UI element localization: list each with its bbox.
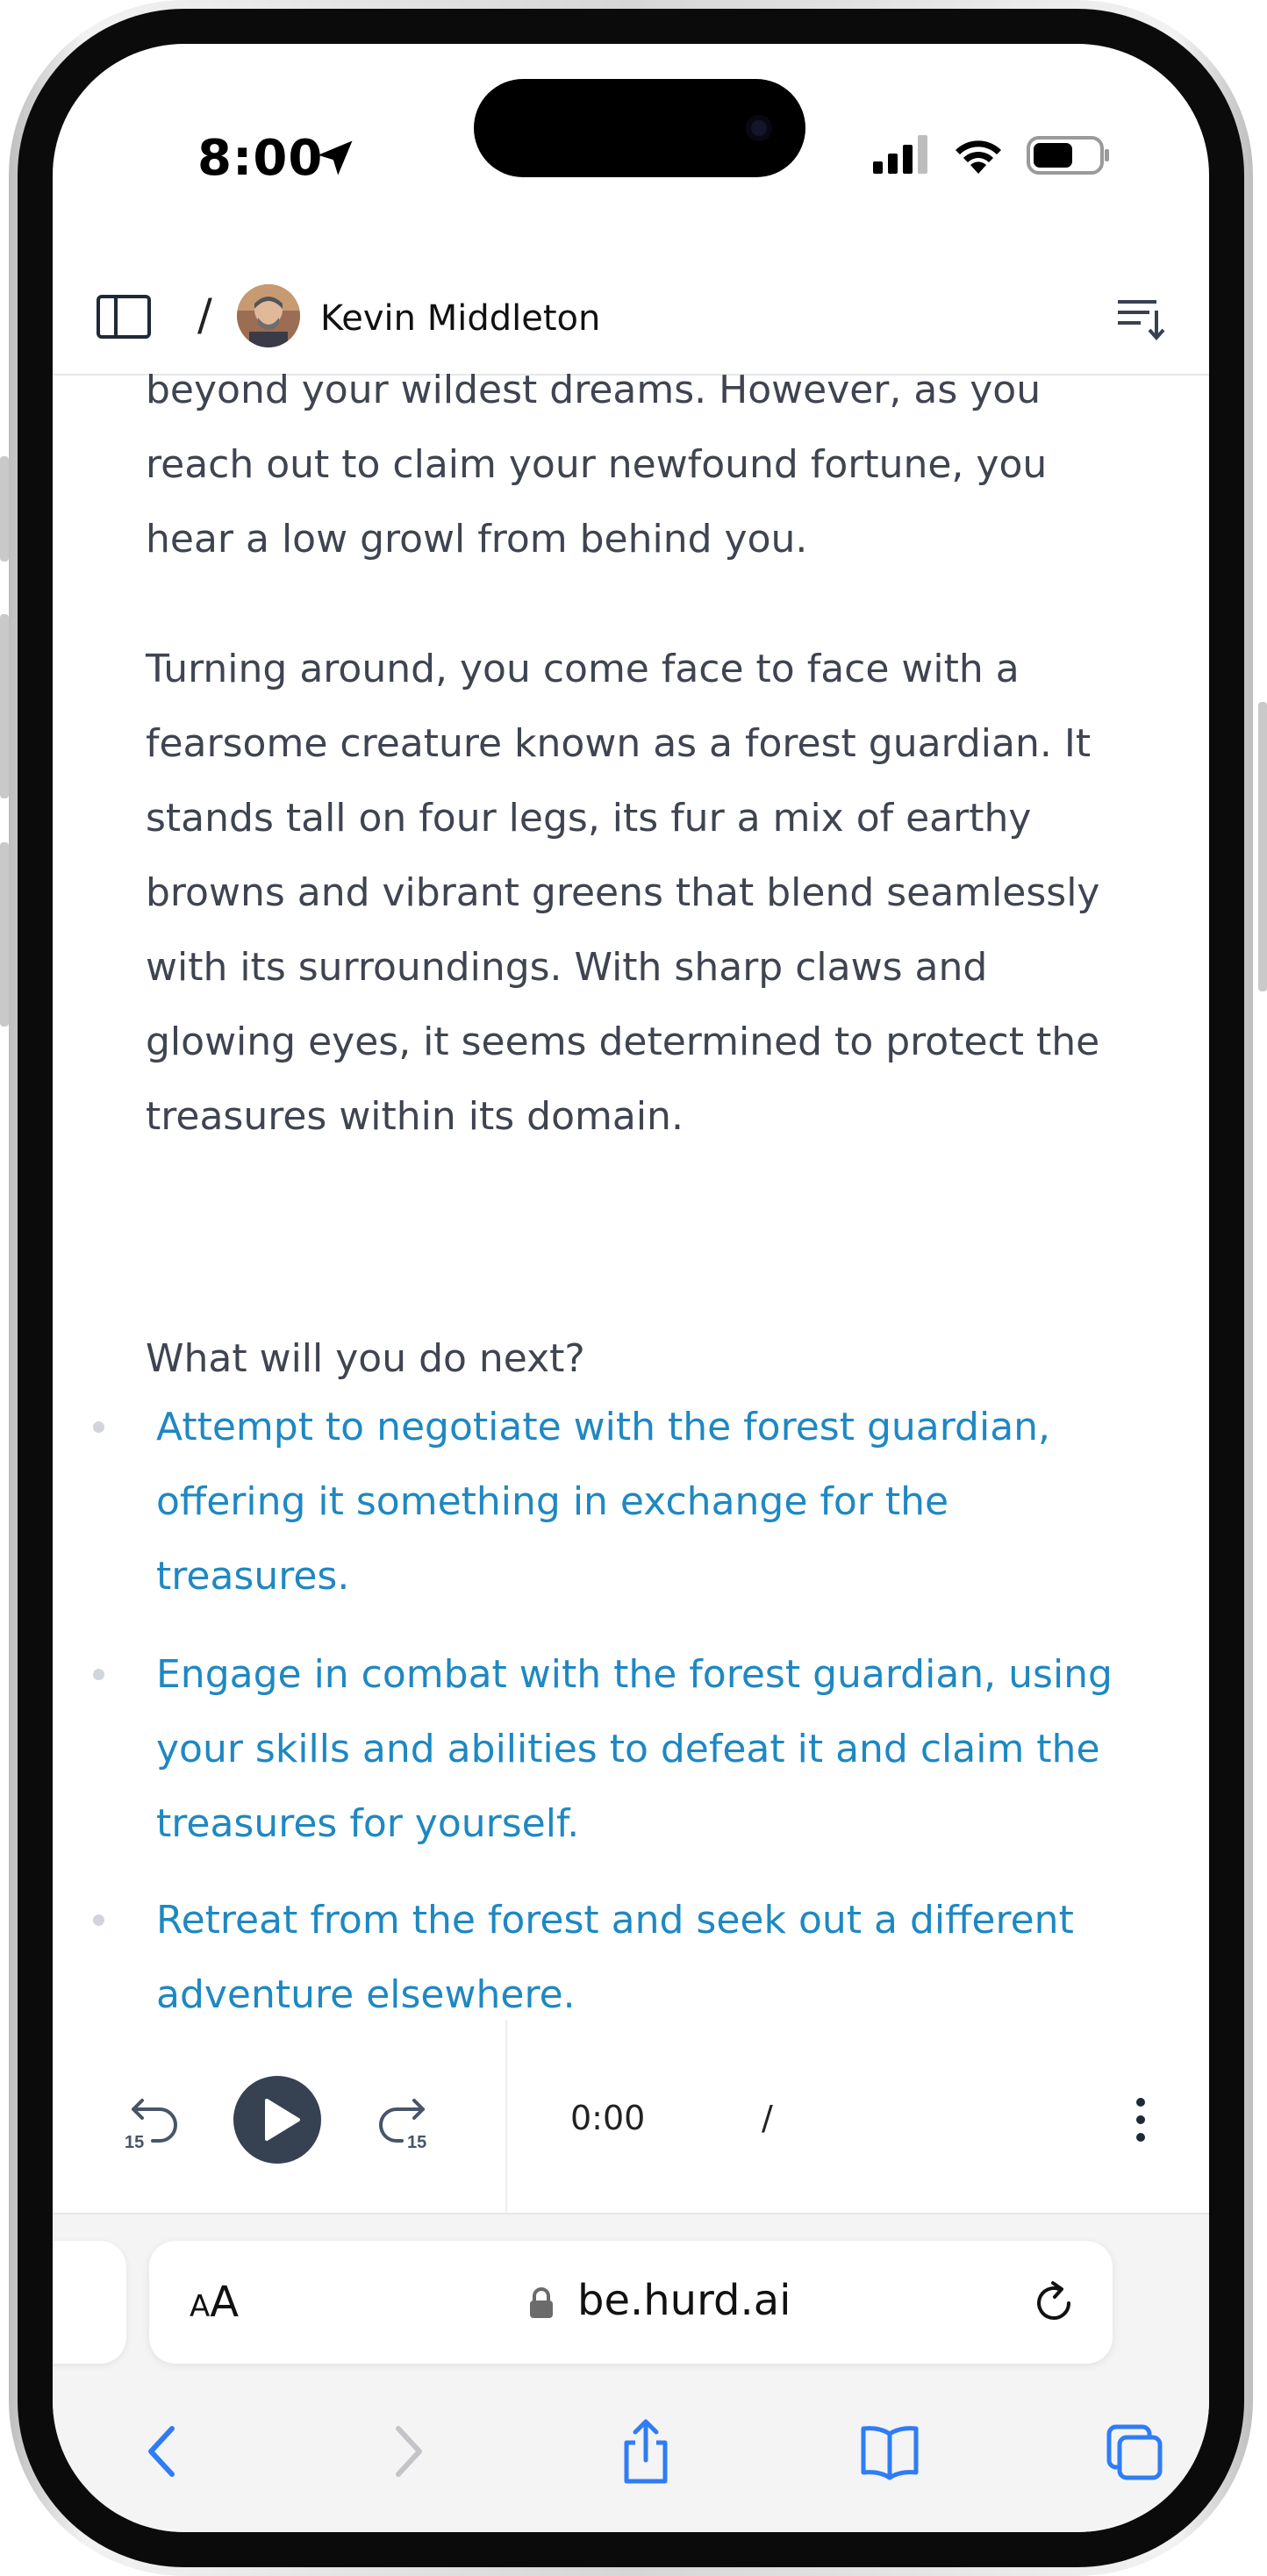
story-paragraph: Turning around, you come face to face wi… — [146, 647, 1100, 1139]
audio-player: 15 15 0:00 / — [53, 2020, 1209, 2215]
choice-option-combat[interactable]: Engage in combat with the forest guardia… — [156, 1637, 1139, 1861]
url-text[interactable]: be.hurd.ai — [577, 2276, 791, 2325]
reader-settings-button[interactable]: AA — [190, 2278, 239, 2327]
user-name[interactable]: Kevin Middleton — [320, 298, 600, 339]
story-content: beyond your wildest dreams. However, as … — [53, 374, 1209, 2020]
choice-option-retreat[interactable]: Retreat from the forest and seek out a d… — [156, 1883, 1139, 2020]
time-separator: / — [762, 2099, 773, 2137]
address-bar[interactable]: AA be.hurd.ai — [149, 2241, 1113, 2364]
forward-amount: 15 — [407, 2133, 426, 2151]
status-time: 8:00 — [197, 130, 324, 187]
choice-option-negotiate[interactable]: Attempt to negotiate with the forest gua… — [156, 1390, 1139, 1614]
rewind-amount: 15 — [125, 2133, 144, 2151]
forward-15-icon[interactable]: 15 — [374, 2090, 435, 2151]
breadcrumb-separator: / — [197, 290, 212, 340]
dynamic-island — [474, 79, 805, 177]
story-paragraph: beyond your wildest dreams. However, as … — [146, 374, 1048, 562]
browser-nav-row — [53, 2416, 1209, 2495]
rewind-15-icon[interactable]: 15 — [121, 2090, 183, 2151]
browser-toolbar: AA be.hurd.ai — [53, 2215, 1209, 2532]
phone-frame: 8:00 / Kevin Middleton beyond your wilde… — [9, 0, 1253, 2576]
avatar[interactable] — [237, 284, 300, 347]
list-bullet — [93, 1914, 104, 1926]
side-button-right — [1258, 702, 1267, 991]
phone-bezel: 8:00 / Kevin Middleton beyond your wilde… — [18, 9, 1244, 2567]
list-bullet — [93, 1421, 104, 1433]
play-button[interactable] — [233, 2076, 321, 2164]
app-header: / Kevin Middleton — [53, 251, 1209, 376]
previous-tab-preview[interactable] — [53, 2241, 126, 2364]
side-button-left-2 — [0, 614, 9, 798]
bookmarks-icon[interactable] — [858, 2416, 921, 2487]
current-time: 0:00 — [570, 2099, 646, 2137]
side-button-left-1 — [0, 456, 9, 562]
avatar-image — [237, 284, 300, 347]
cellular-signal-icon — [873, 135, 927, 174]
battery-icon — [1027, 136, 1109, 175]
tabs-icon[interactable] — [1104, 2416, 1167, 2487]
camera-icon — [746, 115, 772, 141]
more-options-icon[interactable] — [1134, 2093, 1148, 2146]
reload-icon[interactable] — [1030, 2279, 1077, 2327]
phone-screen: 8:00 / Kevin Middleton beyond your wilde… — [53, 44, 1209, 2532]
side-button-left-3 — [0, 842, 9, 1027]
share-icon[interactable] — [614, 2416, 677, 2487]
sidebar-toggle-icon[interactable] — [97, 295, 151, 339]
sort-list-icon[interactable] — [1116, 297, 1165, 342]
forward-icon[interactable] — [376, 2416, 439, 2487]
lock-icon — [530, 2287, 553, 2318]
play-icon — [265, 2099, 300, 2141]
location-arrow-icon — [318, 140, 353, 175]
back-icon[interactable] — [132, 2416, 195, 2487]
player-divider — [505, 2020, 507, 2213]
story-paragraph: What will you do next? — [146, 1336, 585, 1381]
wifi-icon — [956, 140, 1001, 174]
list-bullet — [93, 1669, 104, 1680]
